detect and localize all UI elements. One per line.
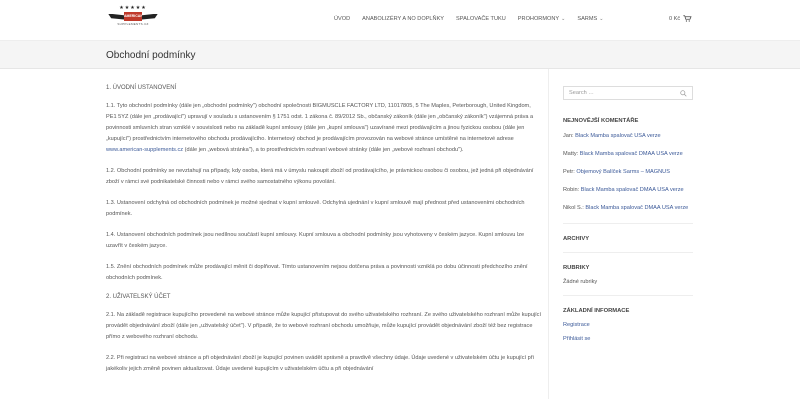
chevron-down-icon: ⌄ — [561, 16, 566, 22]
logo-wings: AMERICAN — [108, 12, 158, 21]
sidebar-separator — [563, 223, 693, 224]
comment-item: Robin: Black Mamba spalovač DMAA USA ver… — [563, 186, 693, 195]
comment-author: Petr: — [563, 169, 577, 175]
nav-label: ÚVOD — [334, 16, 351, 22]
paragraph-1-2: 1.2. Obchodní podmínky se nevztahují na … — [106, 168, 534, 185]
paragraph-1-1: 1.1. Tyto obchodní podmínky (dále jen „o… — [106, 101, 542, 156]
paragraph-2-1: 2.1. Na základě registrace kupujícího pr… — [106, 312, 541, 340]
cart-icon — [683, 15, 692, 22]
register-link[interactable]: Registrace — [563, 322, 693, 328]
sidebar-divider — [548, 69, 549, 399]
nav-label: ANABOLIZÉRY A NO DOPLŇKY — [362, 16, 445, 22]
comment-author: Robin: — [563, 187, 581, 193]
comment-author: Matty: — [563, 151, 580, 157]
recent-comments-heading: NEJNOVĚJŠÍ KOMENTÁŘE — [563, 118, 639, 124]
sidebar-separator — [563, 252, 693, 253]
search-input[interactable]: Search … — [563, 86, 693, 100]
categories-empty: Žádné rubriky — [563, 279, 598, 285]
nav-label: PROHORMONY — [517, 16, 560, 22]
section-heading-2: 2. UŽIVATELSKÝ ÚČET — [106, 294, 171, 300]
paragraph-1-5: 1.5. Znění obchodních podmínek může prod… — [106, 264, 528, 281]
comment-item: Petr: Objemový Balíček Sarms – MAGNUS — [563, 168, 693, 177]
logo-subtitle: SUPPLEMENTS.CZ — [117, 22, 149, 26]
comment-post-link[interactable]: Black Mamba spalovač USA verze — [575, 133, 661, 139]
site-logo[interactable]: ★★★★★ AMERICAN SUPPLEMENTS.CZ — [106, 6, 160, 34]
comment-author: Jan: — [563, 133, 576, 139]
comment-item: Nikol S.: Black Mamba spalovač DMAA USA … — [563, 204, 693, 213]
comment-author: Nikol S.: — [563, 205, 586, 211]
section-heading-1: 1. ÚVODNÍ USTANOVENÍ — [106, 85, 177, 91]
paragraph-1-4: 1.4. Ustanovení obchodních podmínek jsou… — [106, 232, 525, 249]
nav-item-sarms[interactable]: SARMS ⌄ — [577, 16, 603, 22]
paragraph-text: (dále jen „webová stránka"), a to prostř… — [183, 147, 464, 153]
paragraph-1-3: 1.3. Ustanovení odchylná od obchodních p… — [106, 200, 525, 217]
main-nav: ÚVOD ANABOLIZÉRY A NO DOPLŇKY SPALOVAČE … — [334, 16, 615, 22]
paragraph-text: 1.1. Tyto obchodní podmínky (dále jen „o… — [106, 103, 534, 142]
terms-content: 1. ÚVODNÍ USTANOVENÍ 1.1. Tyto obchodní … — [106, 85, 542, 385]
logo-wing-right — [142, 13, 158, 20]
search-placeholder: Search … — [569, 90, 594, 96]
paragraph-2-2: 2.2. Při registraci na webové stránce a … — [106, 355, 534, 372]
comment-post-link[interactable]: Black Mamba spalovač DMAA USA verze — [581, 187, 684, 193]
comment-post-link[interactable]: Black Mamba spalovač DMAA USA verze — [585, 205, 688, 211]
logo-wing-left — [108, 13, 124, 20]
cart-button[interactable]: 0 Kč — [669, 15, 692, 22]
comment-item: Matty: Black Mamba spalovač DMAA USA ver… — [563, 150, 693, 159]
nav-item-uvod[interactable]: ÚVOD — [334, 16, 350, 22]
logo-stars: ★★★★★ — [119, 5, 147, 11]
sidebar-separator — [563, 295, 693, 296]
logo-badge: AMERICAN — [124, 12, 143, 21]
categories-heading: RUBRIKY — [563, 265, 590, 271]
nav-item-prohormony[interactable]: PROHORMONY ⌄ — [518, 16, 566, 22]
archive-heading: ARCHIVY — [563, 236, 590, 242]
website-link[interactable]: www.american-supplements.cz — [106, 147, 183, 153]
comment-item: Jan: Black Mamba spalovač USA verze — [563, 132, 693, 141]
search-icon[interactable] — [680, 89, 687, 97]
basic-info-heading: ZÁKLADNÍ INFORMACE — [563, 308, 630, 314]
cart-amount: 0 Kč — [669, 15, 681, 22]
nav-label: SPALOVAČE TUKU — [456, 16, 506, 22]
nav-label: SARMS — [577, 16, 598, 22]
nav-item-spalovace[interactable]: SPALOVAČE TUKU — [456, 16, 506, 22]
site-header: ★★★★★ AMERICAN SUPPLEMENTS.CZ ÚVOD ANABO… — [0, 0, 800, 40]
login-link[interactable]: Přihlásit se — [563, 336, 693, 342]
nav-item-anabolizery[interactable]: ANABOLIZÉRY A NO DOPLŇKY — [362, 16, 444, 22]
sidebar: Search … NEJNOVĚJŠÍ KOMENTÁŘE Jan: Black… — [563, 86, 693, 350]
chevron-down-icon: ⌄ — [599, 16, 604, 22]
comment-post-link[interactable]: Objemový Balíček Sarms – MAGNUS — [576, 169, 670, 175]
page-title-bar: Obchodní podmínky — [0, 40, 800, 69]
comment-post-link[interactable]: Black Mamba spalovač DMAA USA verze — [580, 151, 683, 157]
page-title: Obchodní podmínky — [106, 50, 196, 61]
